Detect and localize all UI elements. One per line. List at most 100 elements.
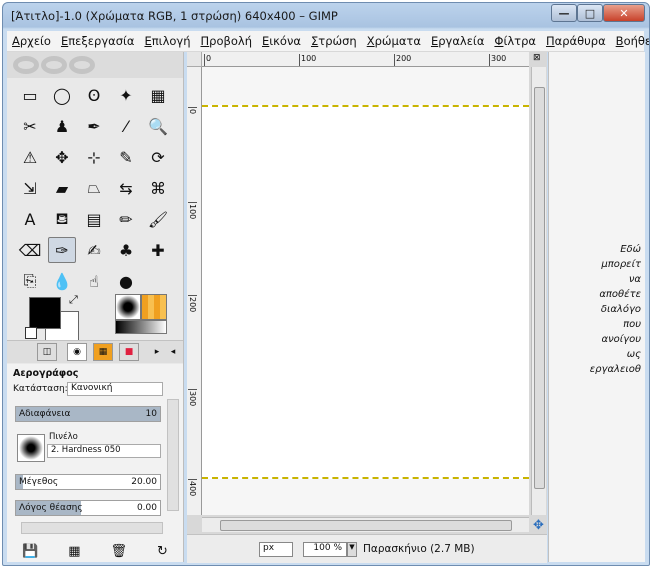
dock-hint-line: αποθέτε	[599, 289, 641, 300]
wilber-drop-area[interactable]	[7, 52, 183, 78]
horizontal-scroll-thumb[interactable]	[220, 520, 512, 531]
align-icon[interactable]: ⊹	[80, 144, 108, 170]
menu-view[interactable]: Προβολή	[196, 34, 257, 48]
bucket-fill-icon[interactable]: ⛾	[48, 206, 76, 232]
reset-options-icon[interactable]: ↻	[157, 544, 168, 559]
quick-mask-corner[interactable]	[187, 52, 202, 67]
pattern-preview[interactable]	[141, 294, 167, 320]
menu-edit[interactable]: Επεξεργασία	[56, 34, 140, 48]
clone-icon[interactable]: ♣	[112, 237, 140, 263]
dock-hint-line: μπορείτ	[601, 259, 641, 270]
vertical-scroll-thumb[interactable]	[534, 87, 545, 489]
perspective-clone-icon[interactable]: ⎘	[16, 268, 44, 294]
horizontal-ruler[interactable]: 0 100 200 300	[202, 52, 529, 67]
perspective-icon[interactable]: ⏢	[80, 175, 108, 201]
tab-menu-icon[interactable]: ◂	[163, 343, 183, 361]
swap-colors-icon[interactable]: ⤢	[69, 293, 78, 307]
canvas-area[interactable]	[202, 67, 529, 515]
menu-file[interactable]: Αρχείο	[7, 34, 56, 48]
ruler-label: 0	[204, 54, 211, 66]
delete-options-icon[interactable]: 🗑	[111, 544, 128, 559]
aspect-value: 0.00	[136, 503, 157, 513]
blend-icon[interactable]: ▤	[80, 206, 108, 232]
ruler-label: 100	[188, 202, 197, 220]
smudge-icon[interactable]: ☝	[80, 268, 108, 294]
dock-hint-line: διαλόγο	[600, 304, 641, 315]
image-canvas[interactable]	[202, 105, 529, 479]
rotate-icon[interactable]: ⟳	[144, 144, 172, 170]
foreground-select-icon[interactable]: ♟	[48, 113, 76, 139]
zoom-select[interactable]: 100 %	[303, 542, 347, 557]
fuzzy-select-icon[interactable]: ✦	[112, 82, 140, 108]
foreground-color-front[interactable]	[29, 297, 61, 329]
menu-image[interactable]: Εικόνα	[257, 34, 306, 48]
blur-icon[interactable]: 💧	[48, 268, 76, 294]
ink-icon[interactable]: ✍	[80, 237, 108, 263]
scale-icon[interactable]: ⇲	[16, 175, 44, 201]
tab-colors[interactable]: ■	[119, 343, 139, 361]
paintbrush-icon[interactable]: 🖌	[144, 206, 172, 232]
image-vertical-scrollbar[interactable]	[531, 67, 546, 515]
dock-hint-line: εργαλειοθ	[589, 364, 641, 375]
brush-select-button[interactable]	[17, 434, 45, 462]
pencil-icon[interactable]: ✏	[112, 206, 140, 232]
menu-help[interactable]: Βοήθεια	[611, 34, 649, 48]
restore-options-icon[interactable]: ▦	[68, 544, 80, 559]
ellipse-select-icon[interactable]: ◯	[48, 82, 76, 108]
zoom-to-window-icon[interactable]: ⊠	[533, 53, 541, 63]
measure-icon[interactable]: ⚠	[16, 144, 44, 170]
text-icon[interactable]: A	[16, 206, 44, 232]
brush-name-field[interactable]: 2. Hardness 050	[47, 444, 161, 458]
tool-options-scrollbar[interactable]	[167, 399, 179, 511]
close-button[interactable]: ✕	[603, 4, 645, 22]
aspect-ratio-slider[interactable]: Λόγος θέασης 0.00	[15, 500, 161, 516]
tool-options-title: Αερογράφος	[13, 368, 79, 379]
color-picker-icon[interactable]: ⁄	[112, 113, 140, 139]
shear-icon[interactable]: ▰	[48, 175, 76, 201]
default-colors-icon[interactable]	[25, 327, 37, 339]
dock-hint-line: να	[628, 274, 641, 285]
menu-tools[interactable]: Εργαλεία	[426, 34, 489, 48]
tab-brushes[interactable]: ◉	[67, 343, 87, 361]
navigate-icon[interactable]: ✥	[533, 518, 544, 533]
tool-options-hscrollbar[interactable]	[21, 522, 163, 534]
tab-tool-options[interactable]: ◫	[37, 343, 57, 361]
size-slider[interactable]: Μέγεθος 20.00	[15, 474, 161, 490]
unit-select[interactable]: px	[259, 542, 293, 557]
color-select-icon[interactable]: ▦	[144, 82, 172, 108]
maximize-button[interactable]: □	[577, 4, 603, 22]
menu-colors[interactable]: Χρώματα	[362, 34, 426, 48]
tab-patterns[interactable]: ▦	[93, 343, 113, 361]
menu-layer[interactable]: Στρώση	[306, 34, 362, 48]
menu-bar: Αρχείο Επεξεργασία Επιλογή Προβολή Εικόν…	[7, 31, 649, 52]
menu-windows[interactable]: Παράθυρα	[541, 34, 611, 48]
opacity-slider[interactable]: Αδιαφάνεια 10	[15, 406, 161, 422]
vertical-ruler[interactable]: 0 100 200 300 400	[187, 67, 202, 515]
aspect-label: Λόγος θέασης	[19, 503, 83, 513]
layer-status: Παρασκήνιο (2.7 MB)	[363, 543, 475, 555]
minimize-button[interactable]: —	[551, 4, 577, 22]
airbrush-icon[interactable]: ✑	[48, 237, 76, 263]
lasso-icon[interactable]: ʘ	[80, 82, 108, 108]
flip-icon[interactable]: ⇆	[112, 175, 140, 201]
brush-preview[interactable]	[115, 294, 141, 320]
scissors-icon[interactable]: ✂	[16, 113, 44, 139]
mode-label: Κατάσταση:	[13, 384, 68, 394]
zoom-icon[interactable]: 🔍	[144, 113, 172, 139]
menu-filters[interactable]: Φίλτρα	[489, 34, 541, 48]
paths-icon[interactable]: ✒	[80, 113, 108, 139]
dodge-burn-icon[interactable]: ●	[112, 268, 140, 294]
gradient-preview[interactable]	[115, 320, 167, 334]
cage-icon[interactable]: ⌘	[144, 175, 172, 201]
rect-select-icon[interactable]: ▭	[16, 82, 44, 108]
move-icon[interactable]: ✥	[48, 144, 76, 170]
menu-select[interactable]: Επιλογή	[139, 34, 195, 48]
image-horizontal-scrollbar[interactable]	[202, 517, 529, 532]
zoom-dropdown-icon[interactable]: ▼	[347, 542, 357, 557]
title-bar[interactable]: [Άτιτλο]-1.0 (Χρώματα RGB, 1 στρώση) 640…	[3, 3, 649, 29]
eraser-icon[interactable]: ⌫	[16, 237, 44, 263]
heal-icon[interactable]: ✚	[144, 237, 172, 263]
save-options-icon[interactable]: 💾	[22, 544, 38, 559]
mode-select[interactable]: Κανονική	[67, 382, 163, 396]
crop-icon[interactable]: ✎	[112, 144, 140, 170]
